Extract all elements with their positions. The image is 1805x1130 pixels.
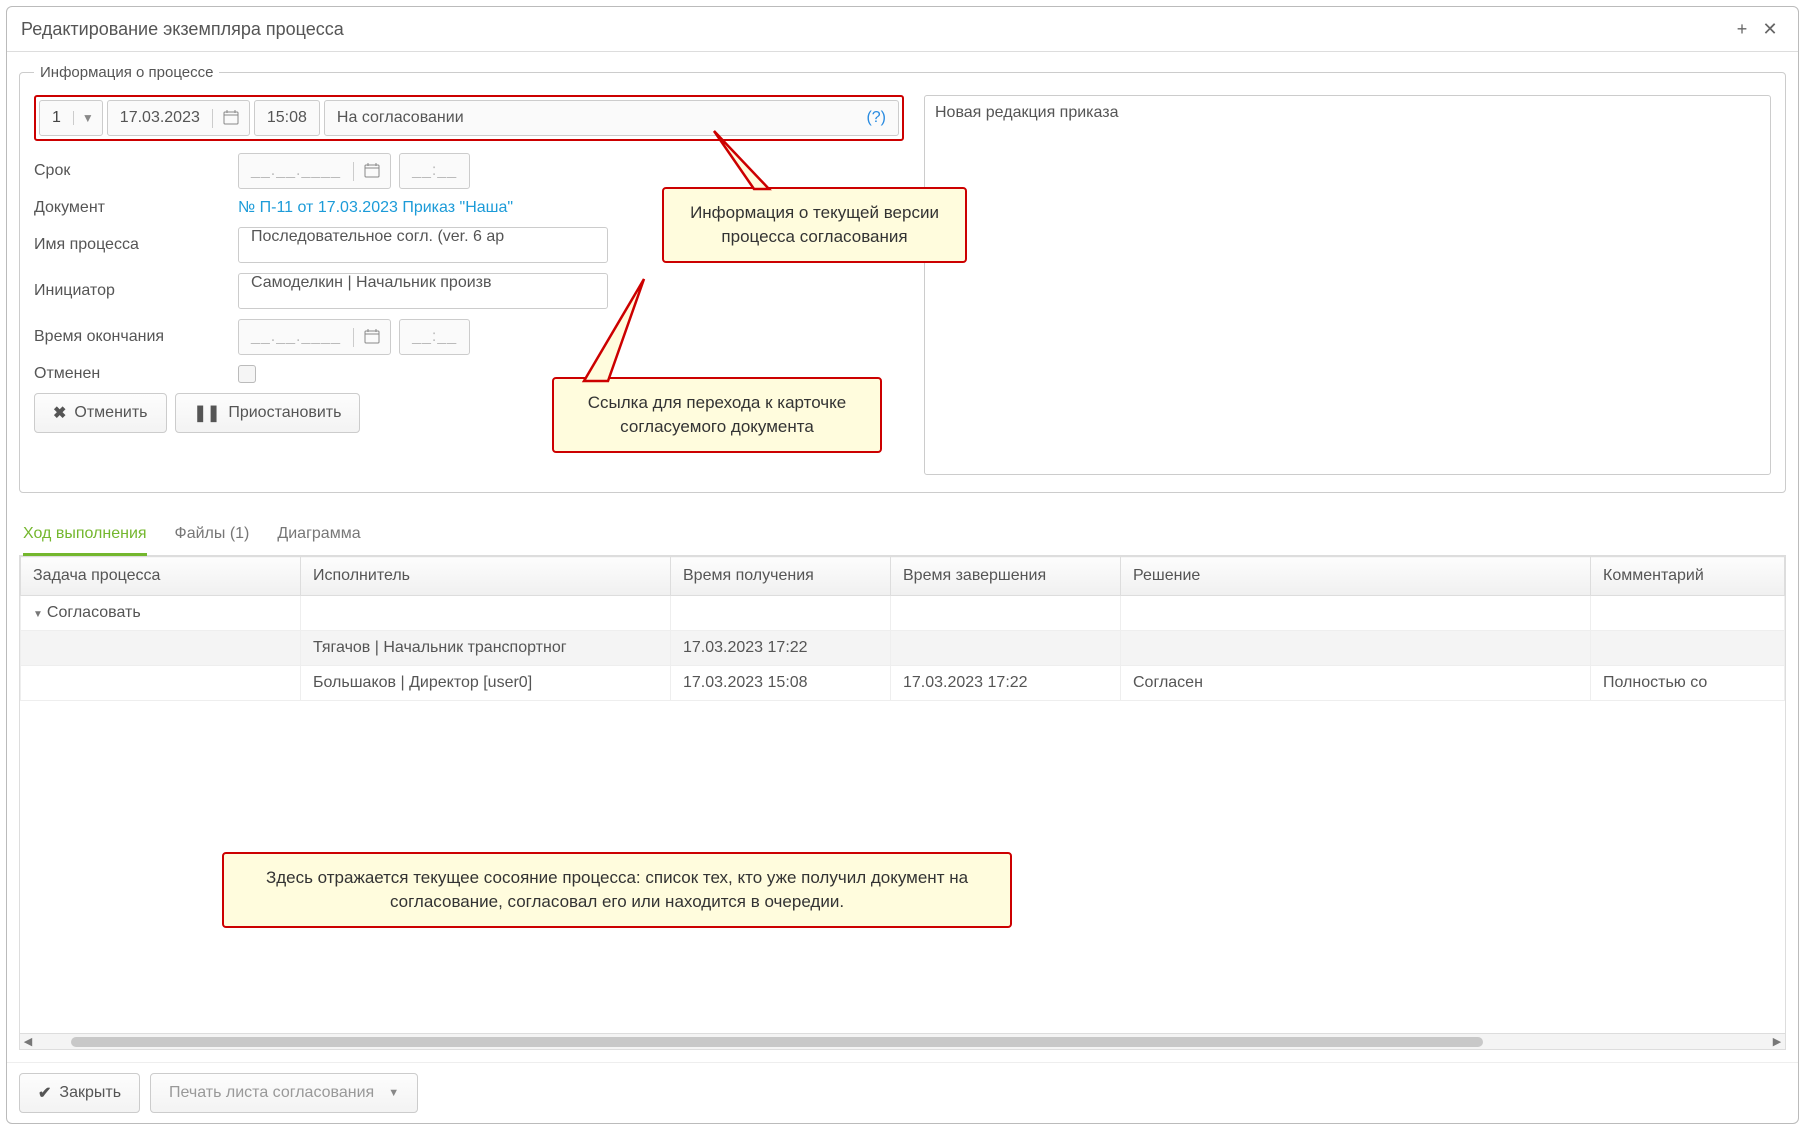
cell-comment <box>1591 631 1785 666</box>
scroll-left-icon[interactable]: ◀ <box>20 1035 36 1048</box>
document-link[interactable]: № П-11 от 17.03.2023 Приказ "Наша" <box>238 199 513 217</box>
print-button[interactable]: Печать листа согласования ▼ <box>150 1073 418 1113</box>
process-info-fieldset: Информация о процессе 1 ▼ 17.03.2023 <box>19 64 1786 493</box>
cell-completed <box>891 631 1121 666</box>
close-icon[interactable]: ✕ <box>1756 15 1784 43</box>
initiator-input[interactable]: Самоделкин | Начальник произв <box>238 273 608 309</box>
description-textarea[interactable] <box>924 95 1771 475</box>
window-frame: Редактирование экземпляра процесса + ✕ И… <box>6 6 1799 1124</box>
tab-diagram[interactable]: Диаграмма <box>277 515 360 555</box>
cell-received: 17.03.2023 15:08 <box>671 666 891 701</box>
callout-version-info: Информация о текущей версии процесса сог… <box>662 187 967 263</box>
version-time-input[interactable]: 15:08 <box>254 100 320 136</box>
plus-icon[interactable]: + <box>1728 15 1756 43</box>
collapse-icon[interactable]: ▼ <box>33 609 43 620</box>
scroll-right-icon[interactable]: ▶ <box>1769 1035 1785 1048</box>
cell-executor: Большаков | Директор [user0] <box>301 666 671 701</box>
version-date-input[interactable]: 17.03.2023 <box>107 100 250 136</box>
deadline-time-input[interactable]: __:__ <box>399 153 470 189</box>
deadline-date-input[interactable]: __.__.____ <box>238 153 391 189</box>
callout-text: Ссылка для перехода к карточке согласуем… <box>588 393 846 436</box>
table-header-row: Задача процесса Исполнитель Время получе… <box>21 557 1785 596</box>
footer-bar: ✔ Закрыть Печать листа согласования ▼ <box>7 1062 1798 1123</box>
document-label: Документ <box>34 199 230 217</box>
progress-table-wrap: Задача процесса Исполнитель Время получе… <box>19 556 1786 1050</box>
callout-progress: Здесь отражается текущее сосояние процес… <box>222 852 1012 928</box>
pause-icon: ❚❚ <box>194 403 221 423</box>
tab-files[interactable]: Файлы (1) <box>175 515 250 555</box>
col-comment[interactable]: Комментарий <box>1591 557 1785 596</box>
end-date-placeholder: __.__.____ <box>239 328 353 346</box>
progress-table: Задача процесса Исполнитель Время получе… <box>20 556 1785 701</box>
cell-completed: 17.03.2023 17:22 <box>891 666 1121 701</box>
x-icon: ✖ <box>53 403 66 423</box>
cell-received: 17.03.2023 17:22 <box>671 631 891 666</box>
callout-text: Информация о текущей версии процесса сог… <box>690 203 939 246</box>
col-completed[interactable]: Время завершения <box>891 557 1121 596</box>
initiator-label: Инициатор <box>34 282 230 300</box>
process-info-legend: Информация о процессе <box>34 64 219 81</box>
calendar-icon <box>353 328 390 347</box>
close-button[interactable]: ✔ Закрыть <box>19 1073 140 1113</box>
callout-text: Здесь отражается текущее сосояние процес… <box>266 868 968 911</box>
process-name-input[interactable]: Последовательное согл. (ver. 6 ap <box>238 227 608 263</box>
col-decision[interactable]: Решение <box>1121 557 1591 596</box>
col-executor[interactable]: Исполнитель <box>301 557 671 596</box>
cell-decision: Согласен <box>1121 666 1591 701</box>
check-icon: ✔ <box>38 1083 51 1103</box>
calendar-icon <box>212 109 249 128</box>
print-button-label: Печать листа согласования <box>169 1084 374 1102</box>
cancel-button-label: Отменить <box>74 404 147 422</box>
help-icon[interactable]: (?) <box>866 109 886 127</box>
horizontal-scrollbar[interactable]: ◀ ▶ <box>20 1033 1785 1049</box>
window-title: Редактирование экземпляра процесса <box>21 19 344 40</box>
version-select[interactable]: 1 ▼ <box>39 100 103 136</box>
pause-button[interactable]: ❚❚ Приостановить <box>175 393 361 433</box>
process-name-label: Имя процесса <box>34 236 230 254</box>
chevron-down-icon: ▼ <box>73 111 102 125</box>
cancel-button[interactable]: ✖ Отменить <box>34 393 167 433</box>
calendar-icon <box>353 162 390 181</box>
initiator-row: Инициатор Самоделкин | Начальник произв <box>34 273 904 309</box>
callout-doc-link: Ссылка для перехода к карточке согласуем… <box>552 377 882 453</box>
deadline-label: Срок <box>34 162 230 180</box>
pause-button-label: Приостановить <box>228 404 341 422</box>
close-button-label: Закрыть <box>59 1084 121 1102</box>
cell-executor: Тягачов | Начальник транспортног <box>301 631 671 666</box>
cell-decision <box>1121 631 1591 666</box>
version-status-text: На согласовании <box>337 109 464 127</box>
chevron-down-icon: ▼ <box>388 1087 399 1099</box>
version-number: 1 <box>40 109 73 127</box>
end-time-label: Время окончания <box>34 328 230 346</box>
table-row[interactable]: Тягачов | Начальник транспортног 17.03.2… <box>21 631 1785 666</box>
content-area: Информация о процессе 1 ▼ 17.03.2023 <box>7 52 1798 1062</box>
end-time-row: Время окончания __.__.____ __:__ <box>34 319 904 355</box>
cancelled-checkbox[interactable] <box>238 365 256 383</box>
col-received[interactable]: Время получения <box>671 557 891 596</box>
tabs-bar: Ход выполнения Файлы (1) Диаграмма <box>19 515 1786 556</box>
end-date-input[interactable]: __.__.____ <box>238 319 391 355</box>
col-task[interactable]: Задача процесса <box>21 557 301 596</box>
tab-progress[interactable]: Ход выполнения <box>23 515 147 556</box>
group-label: Согласовать <box>47 604 141 621</box>
version-date-value: 17.03.2023 <box>108 109 212 127</box>
scroll-thumb[interactable] <box>71 1037 1483 1047</box>
titlebar: Редактирование экземпляра процесса + ✕ <box>7 7 1798 52</box>
deadline-date-placeholder: __.__.____ <box>239 162 353 180</box>
end-time-input-field[interactable]: __:__ <box>399 319 470 355</box>
cancelled-label: Отменен <box>34 365 230 383</box>
version-status-input[interactable]: На согласовании (?) <box>324 100 899 136</box>
table-row[interactable]: Большаков | Директор [user0] 17.03.2023 … <box>21 666 1785 701</box>
cell-comment: Полностью со <box>1591 666 1785 701</box>
table-group-row[interactable]: ▼ Согласовать <box>21 596 1785 631</box>
